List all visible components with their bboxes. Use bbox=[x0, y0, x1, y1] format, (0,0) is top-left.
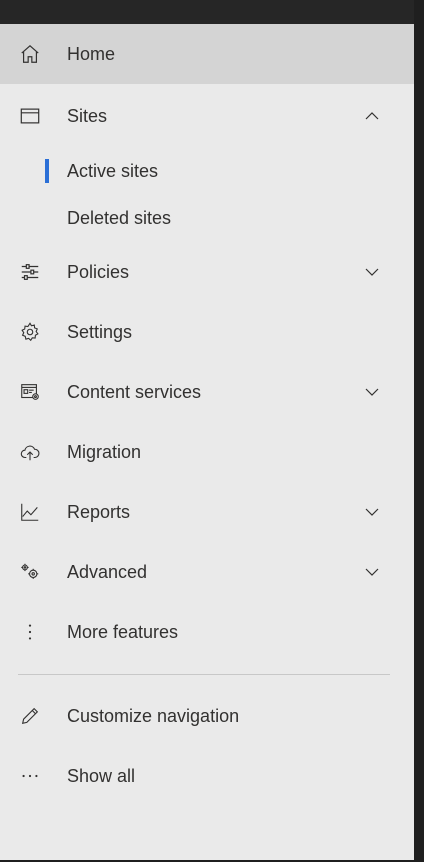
chevron-down-icon[interactable] bbox=[364, 564, 380, 580]
nav-item-migration[interactable]: Migration bbox=[0, 422, 414, 482]
nav-item-content-services[interactable]: Content services bbox=[0, 362, 414, 422]
nav-subitem-deleted-sites-label: Deleted sites bbox=[67, 207, 172, 228]
nav-item-home[interactable]: Home bbox=[0, 24, 414, 84]
chevron-up-icon[interactable] bbox=[364, 108, 380, 124]
nav-subitem-active-sites[interactable]: Active sites bbox=[0, 148, 414, 194]
vertical-ellipsis-icon bbox=[18, 620, 42, 644]
sliders-icon bbox=[18, 260, 42, 284]
cloud-upload-icon bbox=[18, 440, 42, 464]
nav-item-settings[interactable]: Settings bbox=[0, 302, 414, 362]
browser-window-icon bbox=[18, 104, 42, 128]
nav-item-more-features-label: More features bbox=[67, 621, 179, 642]
nav-item-reports[interactable]: Reports bbox=[0, 482, 414, 542]
nav-item-customize-navigation-label: Customize navigation bbox=[67, 705, 240, 726]
right-edge bbox=[414, 0, 424, 862]
nav-item-sites-label: Sites bbox=[67, 105, 108, 126]
nav-item-home-label: Home bbox=[67, 43, 116, 64]
gear-icon bbox=[18, 320, 42, 344]
nav-divider bbox=[18, 674, 390, 675]
nav-item-policies[interactable]: Policies bbox=[0, 242, 414, 302]
line-chart-icon bbox=[18, 500, 42, 524]
nav-item-more-features[interactable]: More features bbox=[0, 602, 414, 662]
nav-item-policies-label: Policies bbox=[67, 261, 130, 282]
nav-item-advanced-label: Advanced bbox=[67, 561, 148, 582]
nav-item-show-all[interactable]: Show all bbox=[0, 746, 414, 806]
top-bar bbox=[0, 0, 424, 24]
active-indicator bbox=[45, 159, 49, 183]
nav-item-reports-label: Reports bbox=[67, 501, 131, 522]
nav-item-sites[interactable]: Sites bbox=[0, 86, 414, 146]
nav-item-show-all-label: Show all bbox=[67, 765, 136, 786]
nav-item-migration-label: Migration bbox=[67, 441, 142, 462]
chevron-down-icon[interactable] bbox=[364, 264, 380, 280]
home-icon bbox=[18, 42, 42, 66]
nav-subitem-active-sites-label: Active sites bbox=[67, 160, 159, 181]
nav-item-settings-label: Settings bbox=[67, 321, 133, 342]
horizontal-ellipsis-icon bbox=[18, 764, 42, 788]
nav-item-advanced[interactable]: Advanced bbox=[0, 542, 414, 602]
chevron-down-icon[interactable] bbox=[364, 504, 380, 520]
gears-icon bbox=[18, 560, 42, 584]
pencil-icon bbox=[18, 704, 42, 728]
chevron-down-icon[interactable] bbox=[364, 384, 380, 400]
nav-item-content-services-label: Content services bbox=[67, 381, 202, 402]
nav-item-customize-navigation[interactable]: Customize navigation bbox=[0, 686, 414, 746]
nav-subitem-deleted-sites[interactable]: Deleted sites bbox=[0, 195, 414, 241]
content-services-icon bbox=[18, 380, 42, 404]
left-navigation: Home Sites Active sites Deleted sites Po… bbox=[0, 24, 414, 860]
